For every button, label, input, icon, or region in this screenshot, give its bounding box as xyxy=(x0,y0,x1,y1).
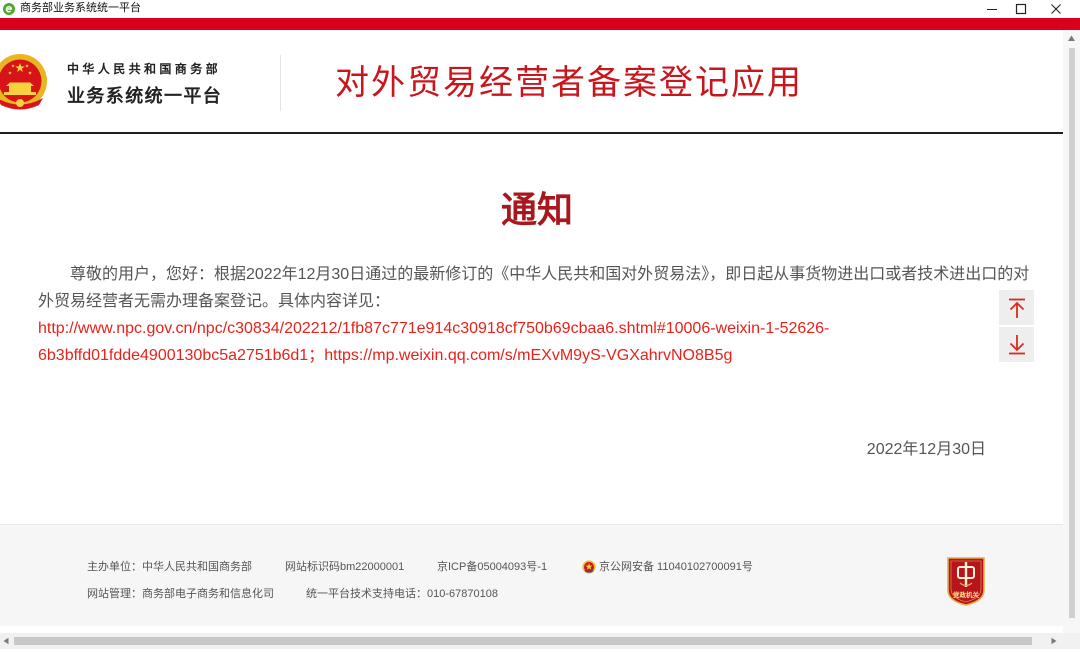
footer-sponsor: 主办单位：中华人民共和国商务部 xyxy=(87,561,252,573)
police-badge-icon xyxy=(582,560,596,574)
scroll-to-top-button[interactable] xyxy=(999,290,1034,325)
org-name: 中华人民共和国商务部 xyxy=(67,62,222,76)
footer-support-phone: 统一平台技术支持电话：010-67870108 xyxy=(306,588,498,600)
horizontal-scroll-thumb[interactable] xyxy=(14,637,1032,645)
notice-content: 尊敬的用户，您好：根据2022年12月30日通过的最新修订的《中华人民共和国对外… xyxy=(38,261,1032,369)
vertical-scroll-thumb[interactable] xyxy=(1069,48,1075,618)
maximize-button[interactable] xyxy=(1007,0,1035,18)
arrow-to-bottom-icon xyxy=(1008,334,1025,354)
platform-name: 业务系统统一平台 xyxy=(67,86,223,106)
app-title: 对外贸易经营者备案登记应用 xyxy=(335,64,803,102)
party-government-seal-icon[interactable]: 党政机关 xyxy=(944,555,988,607)
footer-police-record-link[interactable]: 京公网安备 11040102700091号 xyxy=(599,560,753,574)
scroll-to-bottom-button[interactable] xyxy=(999,327,1034,362)
horizontal-scrollbar[interactable] xyxy=(0,633,1063,649)
vertical-scrollbar[interactable] xyxy=(1063,30,1080,633)
national-emblem-icon xyxy=(0,53,49,111)
link-separator: ； xyxy=(308,347,325,364)
notice-title: 通知 xyxy=(500,189,573,230)
browser-e-icon xyxy=(3,3,15,15)
scroll-right-arrow-icon[interactable] xyxy=(1050,637,1058,645)
notice-date: 2022年12月30日 xyxy=(866,441,986,458)
footer-site-id: 网站标识码bm22000001 xyxy=(285,561,405,573)
notice-links: http://www.npc.gov.cn/npc/c30834/202212/… xyxy=(38,315,1032,369)
scroll-left-arrow-icon[interactable] xyxy=(2,637,10,645)
window-title: 商务部业务系统统一平台 xyxy=(20,2,141,14)
maximize-icon xyxy=(1015,3,1027,15)
footer-icp-link[interactable]: 京ICP备05004093号-1 xyxy=(437,560,547,574)
link-line[interactable]: 6b3bffd01fdde4900130bc5a2751b6d1 xyxy=(38,347,308,364)
minimize-icon xyxy=(987,9,997,10)
site-footer: 主办单位：中华人民共和国商务部 网站标识码bm22000001 京ICP备050… xyxy=(0,524,1063,626)
scroll-up-arrow-icon[interactable] xyxy=(1067,34,1076,43)
window-title-bar: 商务部业务系统统一平台 xyxy=(0,0,1080,18)
notice-body: 尊敬的用户，您好：根据2022年12月30日通过的最新修订的《中华人民共和国对外… xyxy=(38,266,1030,310)
close-icon xyxy=(1051,4,1061,14)
weixin-article-link[interactable]: https://mp.weixin.qq.com/s/mEXvM9yS-VGXa… xyxy=(324,347,732,364)
close-button[interactable] xyxy=(1042,0,1070,18)
footer-manager: 网站管理：商务部电子商务和信息化司 xyxy=(87,588,274,600)
arrow-to-top-icon xyxy=(1008,298,1025,318)
minimize-button[interactable] xyxy=(978,0,1006,18)
header-bottom-rule xyxy=(0,132,1063,134)
header-divider xyxy=(280,55,281,111)
scrollbar-corner xyxy=(1063,633,1080,649)
top-red-band xyxy=(0,18,1080,30)
link-line[interactable]: http://www.npc.gov.cn/npc/c30834/202212/… xyxy=(38,320,829,337)
site-header: 中华人民共和国商务部 业务系统统一平台 对外贸易经营者备案登记应用 xyxy=(0,30,1063,132)
seal-text: 党政机关 xyxy=(953,590,980,599)
